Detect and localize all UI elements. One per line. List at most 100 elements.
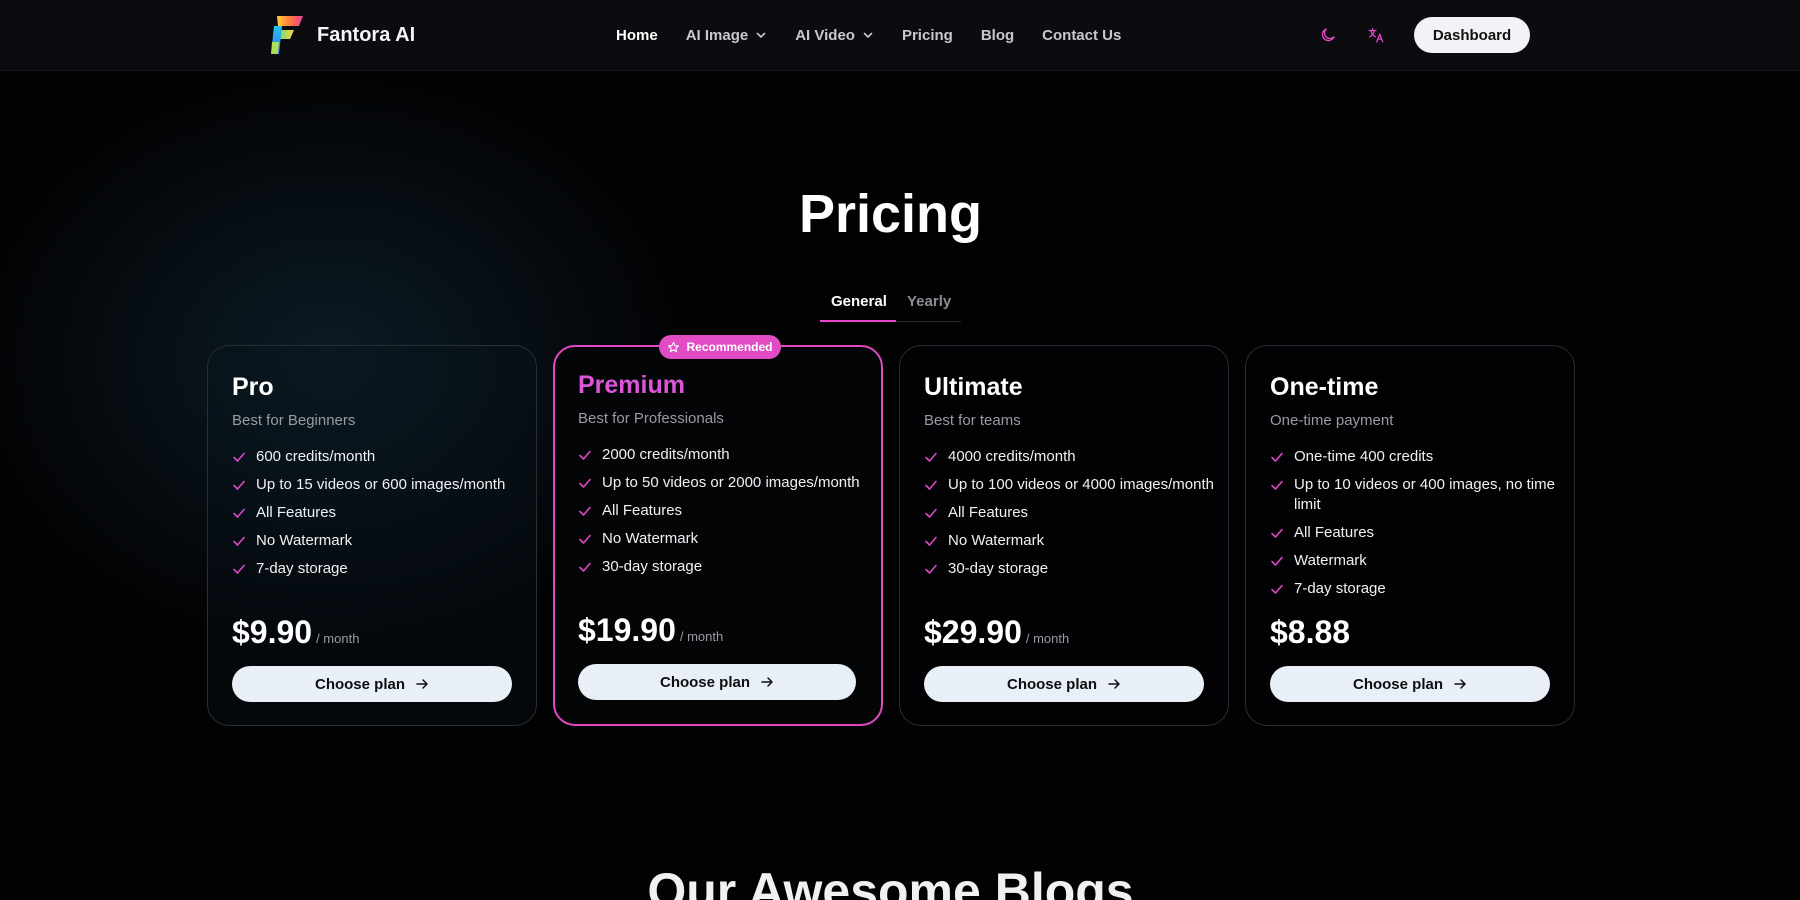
nav-pricing[interactable]: Pricing xyxy=(902,27,953,44)
plan-subtitle: One-time payment xyxy=(1270,412,1394,429)
top-navbar: Fantora AI Home AI Image AI Video Pricin… xyxy=(0,0,1800,71)
nav-home-label: Home xyxy=(616,26,658,44)
feature-item: 30-day storage xyxy=(578,557,868,577)
feature-text: 7-day storage xyxy=(256,560,348,577)
active-tab-indicator xyxy=(820,320,896,322)
feature-item: All Features xyxy=(1270,523,1560,543)
arrow-right-icon xyxy=(761,677,773,687)
plan-price: $9.90 xyxy=(232,614,313,650)
nav-ai-video[interactable]: AI Video xyxy=(795,27,874,44)
plan-period: / month xyxy=(1025,631,1070,646)
nav-ai-video-label: AI Video xyxy=(795,26,855,44)
check-icon xyxy=(924,478,938,492)
check-icon xyxy=(1270,478,1284,492)
plan-subtitle: Best for Beginners xyxy=(232,412,356,429)
feature-text: Up to 50 videos or 2000 images/month xyxy=(602,474,860,491)
check-icon xyxy=(578,504,592,518)
check-icon xyxy=(1270,554,1284,568)
price-row: $8.88 xyxy=(1270,614,1354,651)
feature-item: Up to 50 videos or 2000 images/month xyxy=(578,473,868,493)
choose-plan-label: Choose plan xyxy=(659,673,750,691)
feature-item: One-time 400 credits xyxy=(1270,447,1560,467)
feature-text: No Watermark xyxy=(602,530,699,547)
nav-blog[interactable]: Blog xyxy=(981,27,1014,44)
plan-price: $29.90 xyxy=(924,614,1022,650)
feature-text: Watermark xyxy=(1294,552,1367,569)
feature-text: 2000 credits/month xyxy=(602,446,730,463)
feature-text: 30-day storage xyxy=(948,560,1049,577)
choose-plan-button[interactable]: Choose plan xyxy=(1270,666,1550,702)
price-row: $19.90 / month xyxy=(578,612,723,649)
check-icon xyxy=(578,476,592,490)
check-icon xyxy=(232,478,246,492)
price-row: $29.90 / month xyxy=(924,614,1069,651)
choose-plan-button[interactable]: Choose plan xyxy=(924,666,1204,702)
choose-plan-button[interactable]: Choose plan xyxy=(578,664,856,700)
tab-general[interactable]: General xyxy=(831,293,887,310)
billing-tabs: General Yearly xyxy=(820,290,961,322)
theme-toggle-button[interactable] xyxy=(1310,17,1346,53)
chevron-down-icon xyxy=(863,32,873,38)
choose-plan-label: Choose plan xyxy=(1352,675,1443,693)
arrow-right-icon xyxy=(1108,679,1120,689)
plan-name: Ultimate xyxy=(924,373,1023,401)
nav-contact-us-label: Contact Us xyxy=(1042,26,1122,44)
feature-text: No Watermark xyxy=(948,532,1045,549)
feature-item: No Watermark xyxy=(232,531,522,551)
page-title: Pricing xyxy=(798,184,983,244)
plan-subtitle: Best for Professionals xyxy=(578,410,724,427)
feature-item: 4000 credits/month xyxy=(924,447,1214,467)
feature-item: 7-day storage xyxy=(232,559,522,579)
nav-contact-us[interactable]: Contact Us xyxy=(1042,27,1121,44)
nav-blog-label: Blog xyxy=(980,26,1015,44)
feature-item: Up to 100 videos or 4000 images/month xyxy=(924,475,1214,495)
plan-period: / month xyxy=(316,631,360,646)
choose-plan-label: Choose plan xyxy=(314,675,405,693)
language-button[interactable] xyxy=(1358,17,1394,53)
check-icon xyxy=(232,450,246,464)
feature-item: All Features xyxy=(232,503,522,523)
tab-yearly[interactable]: Yearly xyxy=(907,293,951,310)
moon-icon xyxy=(1321,28,1335,42)
arrow-right-icon xyxy=(1454,679,1466,689)
check-icon xyxy=(578,448,592,462)
check-icon xyxy=(578,560,592,574)
check-icon xyxy=(924,562,938,576)
check-icon xyxy=(1270,450,1284,464)
feature-text: Up to 15 videos or 600 images/month xyxy=(256,476,506,493)
badge-label: Recommended xyxy=(686,340,773,354)
check-icon xyxy=(924,450,938,464)
plan-card-ultimate: Ultimate Best for teams 4000 credits/mon… xyxy=(899,345,1229,726)
brand[interactable]: Fantora AI xyxy=(270,14,415,56)
check-icon xyxy=(232,562,246,576)
feature-list: 2000 credits/month Up to 50 videos or 20… xyxy=(578,445,868,585)
star-icon xyxy=(668,341,680,352)
nav-ai-image-label: AI Image xyxy=(685,26,749,44)
fantora-logo-icon xyxy=(271,16,303,54)
chevron-down-icon xyxy=(756,32,766,38)
feature-text: All Features xyxy=(948,504,1029,521)
feature-item: 7-day storage xyxy=(1270,579,1560,599)
nav-home[interactable]: Home xyxy=(616,27,658,44)
feature-item: Watermark xyxy=(1270,551,1560,571)
check-icon xyxy=(578,532,592,546)
feature-item: 30-day storage xyxy=(924,559,1214,579)
plan-subtitle: Best for teams xyxy=(924,412,1021,429)
feature-text: 4000 credits/month xyxy=(948,448,1076,465)
plan-card-one-time: One-time One-time payment One-time 400 c… xyxy=(1245,345,1575,726)
choose-plan-label: Choose plan xyxy=(1006,675,1097,693)
main-nav: Home AI Image AI Video Pricing Blog Cont… xyxy=(616,24,1149,46)
nav-pricing-label: Pricing xyxy=(901,26,953,44)
feature-item: 600 credits/month xyxy=(232,447,522,467)
feature-item: No Watermark xyxy=(924,531,1214,551)
nav-ai-image[interactable]: AI Image xyxy=(686,27,768,44)
plan-name: Premium xyxy=(578,371,685,399)
feature-list: 600 credits/month Up to 15 videos or 600… xyxy=(232,447,522,587)
plan-card-premium: Recommended Premium Best for Professiona… xyxy=(553,335,883,726)
plan-name: Pro xyxy=(232,373,274,401)
arrow-right-icon xyxy=(416,679,428,689)
dashboard-button[interactable]: Dashboard xyxy=(1414,17,1530,53)
check-icon xyxy=(232,534,246,548)
choose-plan-button[interactable]: Choose plan xyxy=(232,666,512,702)
feature-text: All Features xyxy=(1294,524,1375,541)
